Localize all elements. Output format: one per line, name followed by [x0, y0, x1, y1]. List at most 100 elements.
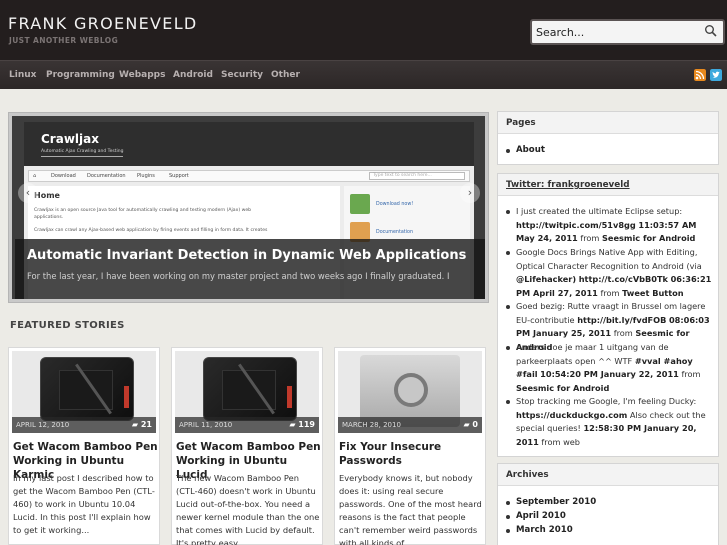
story-meta: APRIL 11, 2010 ▰ 119: [175, 417, 319, 433]
story-excerpt: The new Wacom Bamboo Pen (CTL-460) doesn…: [176, 473, 320, 545]
site-description: JUST ANOTHER WEBLOG: [9, 36, 119, 45]
tweet-text: Stop tracking me Google, I'm feeling Duc…: [516, 396, 697, 406]
slide-caption: Automatic Invariant Detection in Dynamic…: [15, 239, 485, 299]
crawljax-download: Download now!: [376, 202, 414, 207]
comment-count-value: 119: [298, 420, 315, 429]
tweet-source[interactable]: Seesmic for Android: [602, 233, 695, 243]
tweet-link[interactable]: http://t.co/cVbB0Tk: [579, 274, 668, 284]
story-meta: APRIL 12, 2010 ▰ 21: [12, 417, 156, 433]
crawljax-tab: Documentation: [87, 173, 126, 179]
crawljax-line: Crawljax can crawl any Ajax-based web ap…: [34, 228, 268, 233]
tweet-from: from: [681, 369, 701, 379]
story-thumbnail[interactable]: APRIL 12, 2010 ▰ 21: [12, 351, 156, 433]
chevron-right-icon[interactable]: ›: [460, 183, 480, 203]
slide-excerpt: For the last year, I have been working o…: [27, 271, 450, 281]
slide-image[interactable]: Crawljax Automatic Ajax Crawling and Tes…: [12, 116, 485, 299]
crawljax-tab: Support: [169, 173, 189, 179]
comment-icon: ▰: [131, 420, 139, 429]
archive-item: September 2010: [506, 496, 716, 510]
story-date: MARCH 28, 2010: [342, 421, 401, 429]
comment-count[interactable]: ▰ 21: [132, 420, 152, 429]
about-link[interactable]: About: [516, 144, 716, 158]
pages-widget: Pages About: [497, 111, 719, 165]
pages-item-about: About: [506, 144, 716, 158]
nav-item-programming[interactable]: Programming: [46, 70, 115, 80]
comment-count[interactable]: ▰ 0: [463, 420, 478, 429]
tweet-text: Google Docs Brings Native App with Editi…: [516, 247, 702, 271]
comment-icon: ▰: [463, 420, 470, 429]
bullet-icon: [506, 515, 510, 519]
comment-count[interactable]: ▰ 119: [289, 420, 315, 429]
bullet-icon: [506, 501, 510, 505]
tweet-mention[interactable]: @Lifehacker): [516, 274, 576, 284]
crawljax-subtitle: Automatic Ajax Crawling and Testing: [41, 149, 124, 157]
story-excerpt: In my last post I described how to get t…: [13, 473, 155, 535]
archives-widget: Archives September 2010 April 2010 March…: [497, 463, 719, 545]
crawljax-line: Crawljax is an open source Java tool for…: [34, 208, 252, 213]
tweet-source[interactable]: Tweet Button: [622, 288, 683, 298]
bullet-icon: [506, 251, 510, 255]
nav-item-webapps[interactable]: Webapps: [119, 70, 165, 80]
site-header: FRANK GROENEVELD JUST ANOTHER WEBLOG: [0, 0, 727, 60]
tweet-source[interactable]: Seesmic for Android: [516, 383, 609, 393]
bullet-icon: [506, 529, 510, 533]
wacom-tablet-image: [203, 357, 297, 421]
pages-title: Pages: [498, 112, 718, 134]
tweet-from: from: [580, 233, 600, 243]
comment-count-value: 21: [140, 420, 152, 429]
main-nav: Linux Programming Webapps Android Securi…: [0, 60, 727, 89]
featured-heading: FEATURED STORIES: [10, 320, 125, 331]
tweet-from: from: [600, 287, 620, 298]
tweet-link[interactable]: https://duckduckgo.com: [516, 410, 627, 420]
comment-count-value: 0: [472, 420, 478, 429]
story-title[interactable]: Fix Your Insecure Passwords: [339, 440, 485, 468]
archive-item: April 2010: [506, 510, 716, 524]
archive-link[interactable]: September 2010: [516, 496, 716, 510]
twitter-icon[interactable]: [710, 69, 722, 81]
tweet-link[interactable]: http://twitpic.com/51v8gg: [516, 220, 636, 230]
tweet: Stop tracking me Google, I'm feeling Duc…: [506, 395, 716, 449]
comment-icon: ▰: [289, 420, 296, 429]
story-date: APRIL 11, 2010: [179, 421, 233, 429]
nav-item-android[interactable]: Android: [173, 70, 213, 80]
archive-item: March 2010: [506, 524, 716, 538]
bullet-icon: [506, 210, 510, 214]
story-meta: MARCH 28, 2010 ▰ 0: [338, 417, 482, 433]
story-thumbnail[interactable]: MARCH 28, 2010 ▰ 0: [338, 351, 482, 433]
rss-icon[interactable]: [694, 69, 706, 81]
bullet-icon: [506, 305, 510, 309]
slide-title[interactable]: Automatic Invariant Detection in Dynamic…: [27, 248, 466, 263]
crawljax-tabs: ⌂ Download Documentation Plugins Support…: [28, 170, 470, 182]
tweet-source[interactable]: web: [563, 437, 580, 447]
featured-slider[interactable]: Crawljax Automatic Ajax Crawling and Tes…: [8, 112, 489, 303]
story-thumbnail[interactable]: APRIL 11, 2010 ▰ 119: [175, 351, 319, 433]
site-title[interactable]: FRANK GROENEVELD: [8, 14, 198, 33]
bullet-icon: [506, 346, 510, 350]
tweet: Anders doe je maar 1 uitgang van de park…: [506, 341, 716, 395]
crawljax-title: Crawljax: [41, 132, 99, 146]
twitter-title[interactable]: Twitter: frankgroeneveld: [498, 174, 718, 196]
archives-title: Archives: [498, 464, 718, 486]
archive-link[interactable]: April 2010: [516, 510, 716, 524]
search-input[interactable]: [532, 21, 702, 43]
bullet-icon: [506, 149, 510, 153]
nav-item-linux[interactable]: Linux: [9, 70, 36, 80]
nav-item-security[interactable]: Security: [221, 70, 263, 80]
tweet-link[interactable]: http://bit.ly/fvdFOB: [577, 315, 666, 325]
search-box: [530, 19, 725, 45]
tweet-from: from: [541, 436, 561, 447]
twitter-widget: Twitter: frankgroeneveld I just created …: [497, 173, 719, 457]
wacom-tablet-image: [40, 357, 134, 421]
crawljax-docs: Documentation: [376, 230, 413, 235]
nav-item-other[interactable]: Other: [271, 70, 300, 80]
crawljax-header: Crawljax Automatic Ajax Crawling and Tes…: [24, 122, 474, 166]
archive-link[interactable]: March 2010: [516, 524, 716, 538]
tweet-text: I just created the ultimate Eclipse setu…: [516, 206, 683, 216]
story-date: APRIL 12, 2010: [16, 421, 70, 429]
bullet-icon: [506, 400, 510, 404]
chevron-left-icon[interactable]: ‹: [18, 183, 38, 203]
tweet-time[interactable]: 10:54:20 PM January 22, 2011: [540, 369, 679, 379]
search-icon[interactable]: [704, 24, 718, 38]
tweet-from: from: [613, 328, 633, 338]
story-card: APRIL 12, 2010 ▰ 21 Get Wacom Bamboo Pen…: [8, 347, 160, 545]
